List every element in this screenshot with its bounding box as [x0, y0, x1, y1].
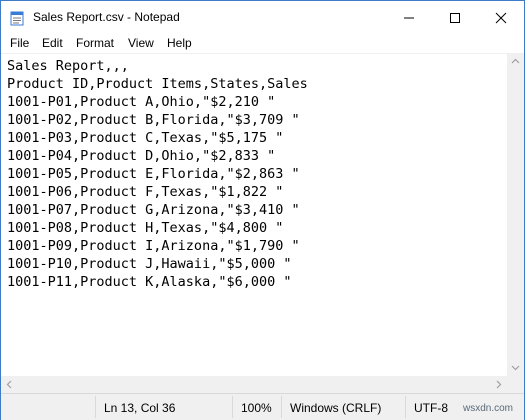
window-title: Sales Report.csv - Notepad [33, 10, 180, 24]
menu-bar: File Edit Format View Help [1, 34, 524, 53]
maximize-button[interactable] [432, 1, 478, 34]
editor-line: 1001-P02,Product B,Florida,"$3,709 " [7, 112, 300, 128]
scroll-left-arrow-icon[interactable] [1, 376, 18, 393]
editor-line: 1001-P11,Product K,Alaska,"$6,000 " [7, 274, 292, 290]
title-bar[interactable]: Sales Report.csv - Notepad [1, 1, 524, 34]
menu-edit[interactable]: Edit [42, 36, 63, 50]
text-editor[interactable]: Sales Report,,, Product ID,Product Items… [1, 53, 507, 377]
vertical-scrollbar[interactable] [507, 53, 524, 376]
line-ending: Windows (CRLF) [290, 401, 382, 415]
cursor-position: Ln 13, Col 36 [104, 401, 176, 415]
editor-line: 1001-P07,Product G,Arizona,"$3,410 " [7, 202, 300, 218]
editor-line: Product ID,Product Items,States,Sales [7, 76, 308, 92]
close-button[interactable] [478, 1, 524, 34]
status-divider [281, 396, 282, 418]
status-divider [95, 396, 96, 418]
notepad-app-icon [9, 10, 25, 26]
scrollbar-corner [507, 376, 524, 393]
menu-help[interactable]: Help [167, 36, 192, 50]
horizontal-scrollbar[interactable] [1, 376, 507, 393]
encoding: UTF-8 [414, 401, 448, 415]
editor-line: 1001-P04,Product D,Ohio,"$2,833 " [7, 148, 276, 164]
minimize-button[interactable] [386, 1, 432, 34]
watermark-text: wsxdn.com [463, 403, 514, 414]
scroll-down-arrow-icon[interactable] [507, 359, 524, 376]
editor-line: 1001-P06,Product F,Texas,"$1,822 " [7, 184, 284, 200]
status-divider [405, 396, 406, 418]
editor-line: 1001-P10,Product J,Hawaii,"$5,000 " [7, 256, 292, 272]
scroll-right-arrow-icon[interactable] [490, 376, 507, 393]
editor-line: 1001-P03,Product C,Texas,"$5,175 " [7, 130, 284, 146]
close-icon [495, 12, 507, 23]
editor-line: Sales Report,,, [7, 58, 129, 74]
notepad-window: Sales Report.csv - Notepad File Edit For… [0, 0, 525, 420]
editor-line: 1001-P01,Product A,Ohio,"$2,210 " [7, 94, 276, 110]
editor-line: 1001-P05,Product E,Florida,"$2,863 " [7, 166, 300, 182]
status-bar: Ln 13, Col 36 100% Windows (CRLF) UTF-8 … [1, 393, 524, 420]
menu-view[interactable]: View [128, 36, 154, 50]
status-divider [232, 396, 233, 418]
zoom-level: 100% [241, 401, 272, 415]
maximize-icon [450, 12, 460, 23]
editor-line: 1001-P09,Product I,Arizona,"$1,790 " [7, 238, 300, 254]
editor-line: 1001-P08,Product H,Texas,"$4,800 " [7, 220, 284, 236]
minimize-icon [404, 17, 414, 18]
scroll-up-arrow-icon[interactable] [507, 53, 524, 70]
menu-file[interactable]: File [10, 36, 29, 50]
menu-format[interactable]: Format [76, 36, 114, 50]
